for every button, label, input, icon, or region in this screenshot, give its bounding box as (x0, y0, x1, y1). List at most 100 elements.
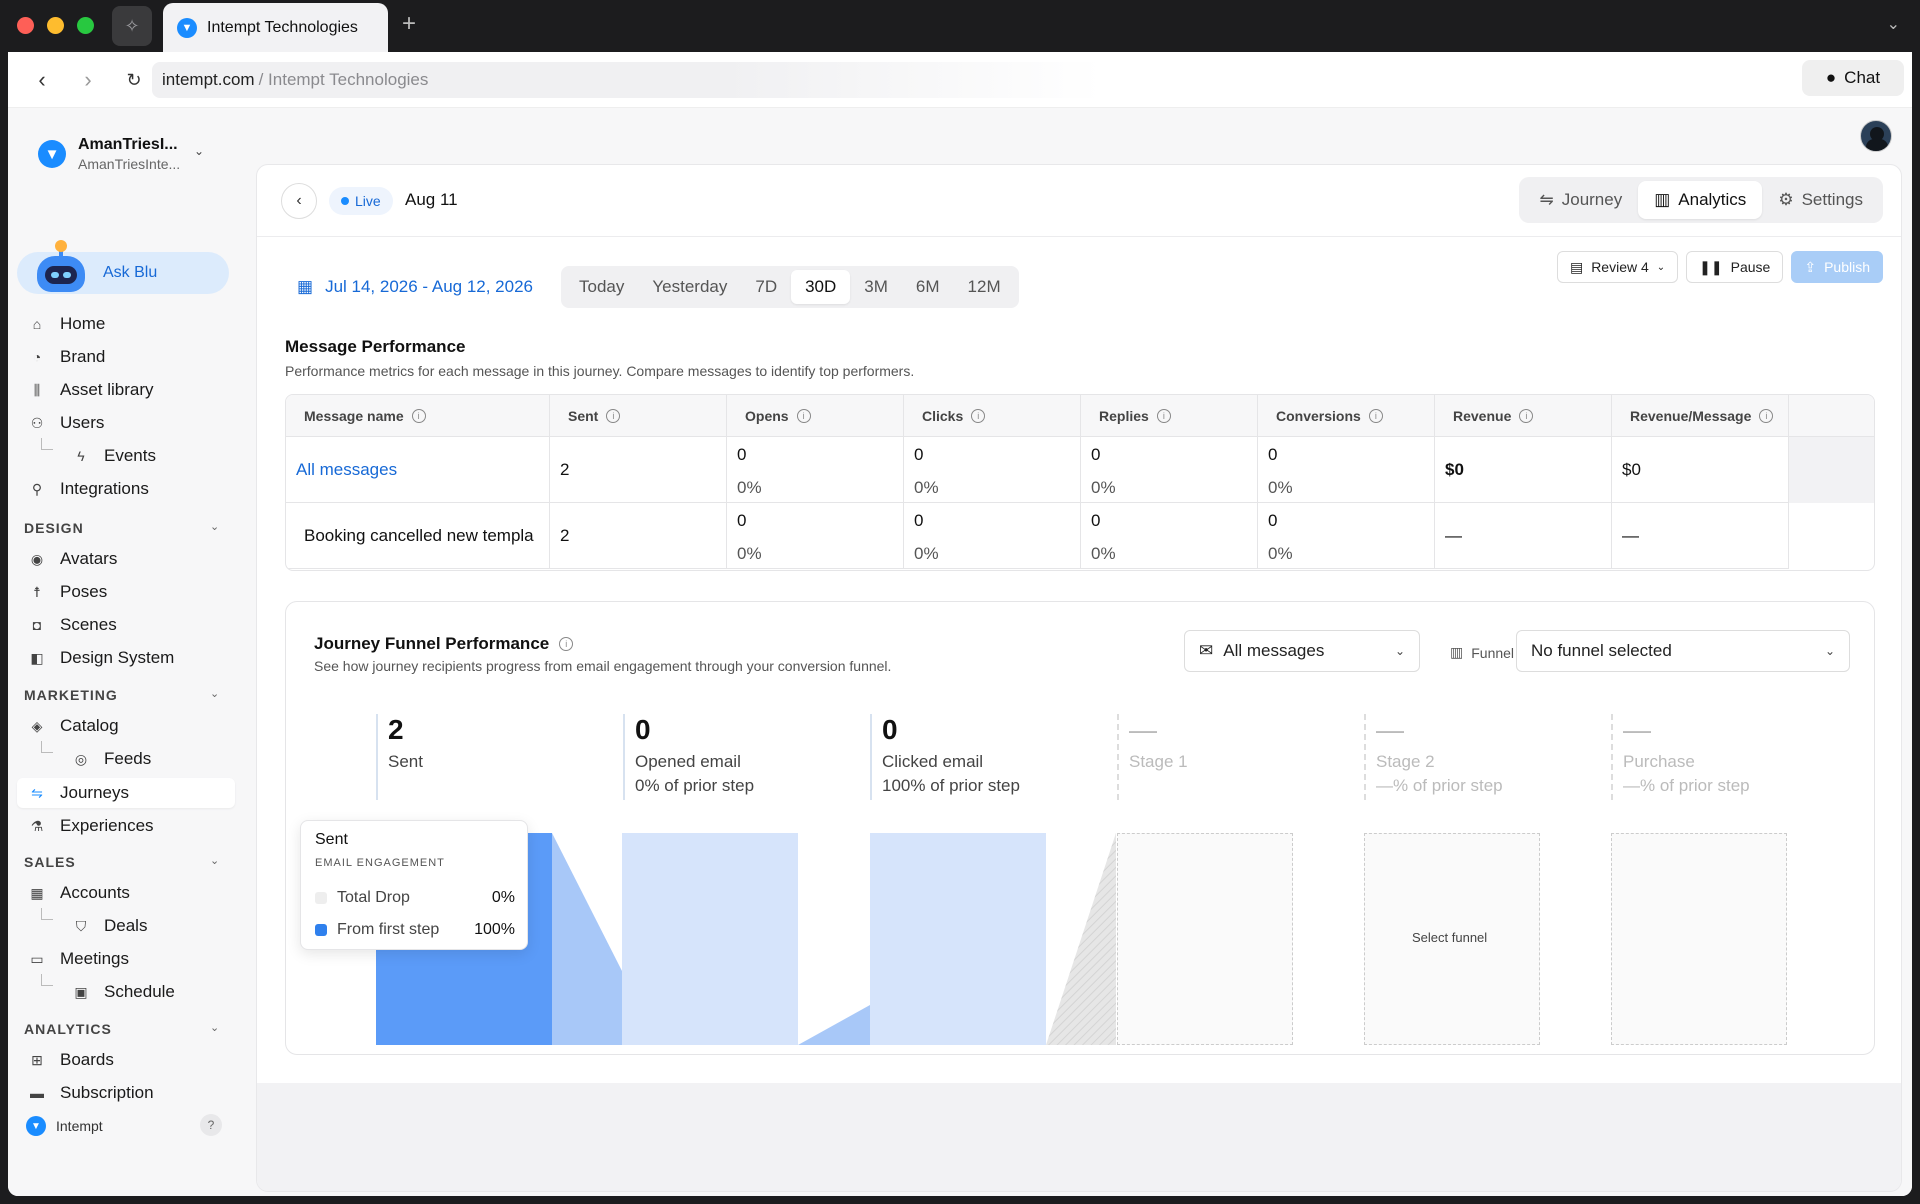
sidebar-item-home[interactable]: ⌂ Home (28, 309, 106, 339)
sidebar-item-meetings[interactable]: ▭ Meetings (28, 944, 129, 974)
column-header[interactable]: Opens i (727, 395, 904, 437)
message-link[interactable]: All messages (296, 460, 397, 480)
sidebar-item-avatars[interactable]: ◉ Avatars (28, 544, 117, 574)
range-30d[interactable]: 30D (791, 270, 851, 304)
sidebar-item-asset-library[interactable]: ⫼ Asset library (28, 375, 154, 405)
avatar[interactable] (1860, 120, 1892, 152)
column-label: Replies (1099, 407, 1149, 424)
sidebar-item-experiences[interactable]: ⚗ Experiences (28, 811, 154, 841)
cell-percent: 0% (737, 478, 762, 497)
legend-swatch (315, 892, 327, 904)
funnel-bar-clicked[interactable] (870, 833, 1046, 1045)
help-button[interactable]: ? (200, 1114, 222, 1136)
cell-value: $0 (1445, 460, 1464, 479)
sidebar-item-schedule[interactable]: ▣ Schedule (72, 977, 175, 1007)
column-header[interactable]: Sent i (550, 395, 727, 437)
info-icon: i (1519, 408, 1534, 423)
date-range-picker[interactable]: ▦ Jul 14, 2026 - Aug 12, 2026 (297, 277, 533, 297)
sidebar-item-journeys[interactable]: ⇋ Journeys (28, 778, 129, 808)
funnel-bar-opened[interactable] (622, 833, 798, 1045)
sidebar-item-label: Brand (60, 347, 106, 366)
sidebar-item-integrations[interactable]: ⚲ Integrations (28, 474, 149, 504)
column-header[interactable]: Replies i (1081, 395, 1258, 437)
sidebar-item-label: Catalog (60, 716, 119, 735)
range-yesterday[interactable]: Yesterday (638, 270, 741, 304)
message-performance-table: Message name i Sent i Opens i Clicks i Repli… (285, 394, 1875, 571)
sidebar-item-subscription[interactable]: ▬ Subscription (28, 1078, 154, 1108)
chevron-down-icon[interactable]: ⌄ (210, 520, 219, 533)
sidebar-item-scenes[interactable]: ◘ Scenes (28, 610, 117, 640)
sidebar-item-deals[interactable]: ⛉ Deals (72, 911, 148, 941)
range-7d[interactable]: 7D (741, 270, 791, 304)
range-3m[interactable]: 3M (850, 270, 902, 304)
chevron-down-icon[interactable]: ⌄ (210, 687, 219, 700)
column-header[interactable]: Clicks i (904, 395, 1081, 437)
section-marketing: MARKETING (24, 687, 118, 703)
sidebar-item-label: Scenes (60, 615, 117, 634)
section-analytics: ANALYTICS (24, 1021, 112, 1037)
table-cell: 0 0% (1081, 503, 1258, 569)
sidebar-item-events[interactable]: ϟ Events (72, 441, 156, 471)
pause-button[interactable]: ❚❚ Pause (1686, 251, 1784, 283)
sidebar-item-label: Poses (60, 582, 108, 601)
column-header[interactable]: Revenue i (1435, 395, 1612, 437)
blu-robot-icon (33, 240, 89, 294)
sidebar-item-label: Experiences (60, 816, 154, 835)
tooltip-row-label: From first step (337, 921, 440, 938)
column-header[interactable]: Revenue/Message i (1612, 395, 1789, 437)
table-cell[interactable]: Booking cancelled new templa (286, 503, 550, 569)
sidebar-item-label: Events (104, 446, 156, 465)
browser-toolbar: ‹ › ↻ intempt.com / Intempt Technologies… (8, 52, 1912, 108)
cell-value: 0 (1268, 511, 1278, 530)
pinned-tab[interactable]: ✧ (112, 6, 152, 46)
close-window-button[interactable] (17, 17, 34, 34)
tab-journey[interactable]: ⇋ Journey (1523, 181, 1638, 219)
sidebar-item-catalog[interactable]: ◈ Catalog (28, 711, 119, 741)
ask-blu-button[interactable]: Ask Blu (17, 240, 229, 294)
back-button[interactable]: ‹ (281, 183, 317, 219)
column-header[interactable]: Message name i (286, 395, 550, 437)
pause-label: Pause (1730, 259, 1771, 275)
select-funnel-label[interactable]: Select funnel (1412, 930, 1487, 945)
table-cell[interactable]: All messages (286, 437, 550, 503)
new-tab-button[interactable]: + (402, 10, 416, 38)
workspace-chevron-icon[interactable]: ⌄ (194, 144, 204, 158)
chevron-down-icon[interactable]: ⌄ (210, 854, 219, 867)
chat-button[interactable]: ● Chat (1802, 60, 1904, 96)
column-label: Clicks (922, 407, 964, 424)
maximize-window-button[interactable] (77, 17, 94, 34)
tab-analytics[interactable]: ▥ Analytics (1638, 181, 1763, 219)
tab-list-chevron-icon[interactable]: ⌄ (1887, 14, 1900, 34)
sidebar-item-brand[interactable]: ◔ Brand (28, 342, 106, 372)
publish-button[interactable]: ⇪ Publish (1791, 251, 1883, 283)
forward-button[interactable]: › (74, 66, 102, 94)
funnel-placeholder-stage2[interactable]: Select funnel (1364, 833, 1540, 1045)
sidebar-item-boards[interactable]: ⊞ Boards (28, 1045, 114, 1075)
workspace-switcher[interactable]: ▼ AmanTriesI... AmanTriesInte... (38, 136, 180, 172)
section-design: DESIGN (24, 520, 84, 536)
range-12m[interactable]: 12M (954, 270, 1015, 304)
sidebar-item-poses[interactable]: ☨ Poses (28, 577, 107, 607)
tab-settings[interactable]: ⚙ Settings (1762, 181, 1879, 219)
sidebar-item-feeds[interactable]: ◎ Feeds (72, 744, 151, 774)
column-header[interactable]: Conversions i (1258, 395, 1435, 437)
sidebar-item-design-system[interactable]: ◧ Design System (28, 643, 174, 673)
sidebar-footer[interactable]: ▼ Intempt (26, 1116, 103, 1136)
minimize-window-button[interactable] (47, 17, 64, 34)
chevron-down-icon[interactable]: ⌄ (210, 1021, 219, 1034)
sidebar-item-accounts[interactable]: ▦ Accounts (28, 878, 130, 908)
back-button[interactable]: ‹ (28, 66, 56, 94)
journey-actions: ▤ Review 4 ⌄ ❚❚ Pause ⇪ Publish (1556, 251, 1883, 283)
cell-value: 2 (560, 460, 570, 479)
review-button[interactable]: ▤ Review 4 ⌄ (1556, 251, 1679, 283)
range-6m[interactable]: 6M (902, 270, 954, 304)
table-cell: 0 0% (904, 437, 1081, 503)
address-bar[interactable]: intempt.com / Intempt Technologies (152, 62, 1102, 98)
cell-percent: 0% (1091, 478, 1116, 497)
sidebar-item-users[interactable]: ⚇ Users (28, 408, 105, 438)
range-today[interactable]: Today (565, 270, 638, 304)
grid-icon: ⊞ (31, 1051, 43, 1068)
browser-tab-active[interactable]: ▼ Intempt Technologies (163, 3, 388, 52)
cell-value: 2 (560, 526, 570, 545)
reload-icon[interactable]: ↻ (120, 66, 148, 94)
